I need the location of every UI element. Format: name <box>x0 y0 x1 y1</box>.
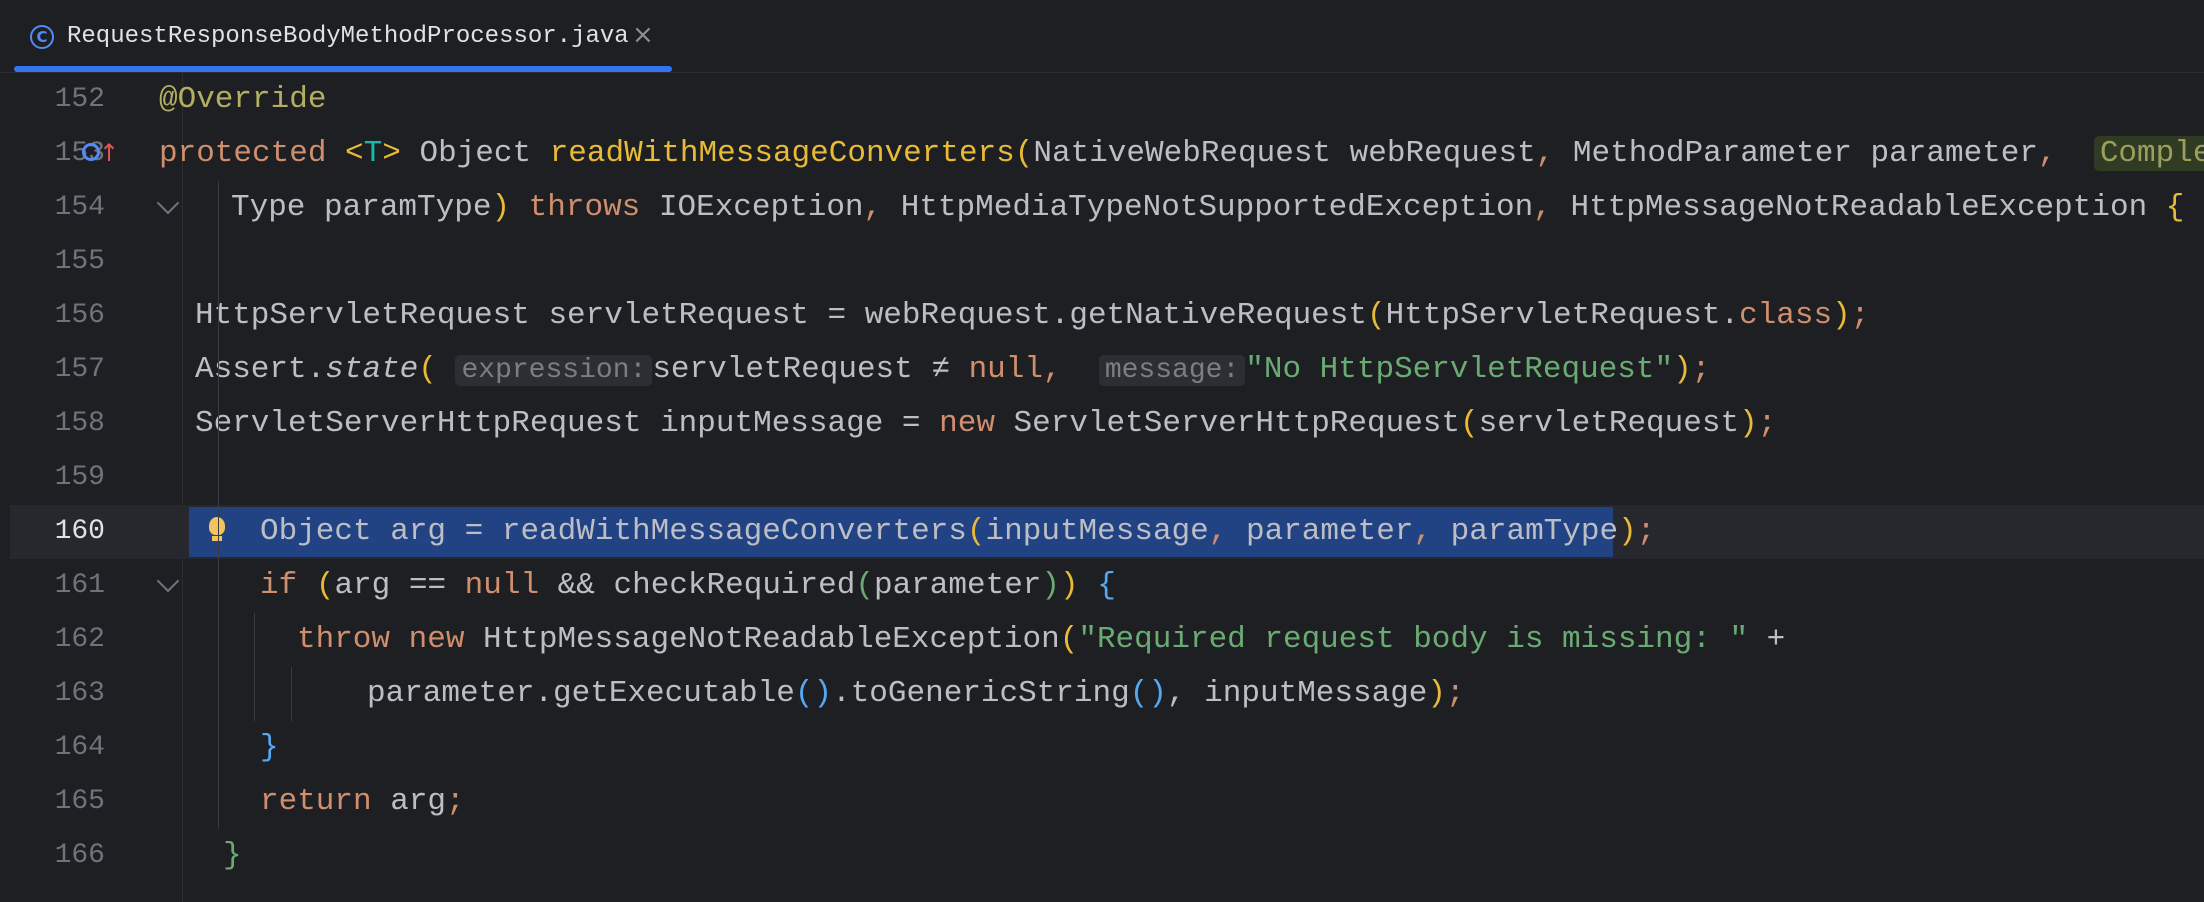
code-text: ServletServerHttpRequest inputMessage = … <box>195 406 1777 441</box>
code-text: } <box>223 838 242 873</box>
line-number: 154 <box>54 192 105 223</box>
line-number: 161 <box>54 570 105 601</box>
code-text: Assert.state( expression: servletRequest … <box>195 352 1711 387</box>
code-text: throw new HttpMessageNotReadableExceptio… <box>297 622 1786 657</box>
line-number: 165 <box>54 786 105 817</box>
parameter-hint: expression: <box>455 355 653 386</box>
file-tab[interactable]: C RequestResponseBodyMethodProcessor.jav… <box>14 0 672 72</box>
code-editor[interactable]: 152 @Override 153 ↑ protected <T> Object… <box>10 73 2204 902</box>
code-text: protected <T> Object readWithMessageConv… <box>159 127 2204 181</box>
code-line: 165 return arg; <box>10 775 2204 829</box>
code-line: 161 if (arg == null && checkRequired(par… <box>10 559 2204 613</box>
override-gutter-icon[interactable] <box>82 143 100 161</box>
code-line: 159 <box>10 451 2204 505</box>
class-icon: C <box>30 25 54 49</box>
code-line: 162 throw new HttpMessageNotReadableExce… <box>10 613 2204 667</box>
code-line: 157 Assert.state( expression: servletRequ… <box>10 343 2204 397</box>
lightbulb-base <box>212 536 222 541</box>
code-text: Object arg = readWithMessageConverters(i… <box>260 514 1656 549</box>
line-number: 159 <box>54 462 105 493</box>
tab-title: RequestResponseBodyMethodProcessor.java <box>67 23 629 50</box>
line-number: 155 <box>54 246 105 277</box>
indent-guide <box>291 667 292 721</box>
code-text: if (arg == null && checkRequired(paramet… <box>260 568 1116 603</box>
arrow-up-icon: ↑ <box>99 139 120 167</box>
code-text: return arg; <box>260 784 465 819</box>
code-text: Type paramType) throws IOException, Http… <box>231 190 2185 225</box>
code-line: 153 ↑ protected <T> Object readWithMessa… <box>10 127 2204 181</box>
current-code-line: 160 Object arg = readWithMessageConverte… <box>10 505 2204 559</box>
code-line: 152 @Override <box>10 73 2204 127</box>
code-text: } <box>260 730 279 765</box>
code-line: 156 HttpServletRequest servletRequest = … <box>10 289 2204 343</box>
code-text: parameter.getExecutable().toGenericStrin… <box>367 676 1465 711</box>
line-number: 157 <box>54 354 105 385</box>
close-icon[interactable]: × <box>632 20 654 50</box>
code-text: @Override <box>159 82 327 117</box>
code-line: 163 parameter.getExecutable().toGenericS… <box>10 667 2204 721</box>
fold-chevron-icon[interactable] <box>156 191 180 215</box>
line-number: 164 <box>54 732 105 763</box>
indent-guide <box>254 613 255 721</box>
code-line: 155 <box>10 235 2204 289</box>
line-number: 158 <box>54 408 105 439</box>
code-line: 164 } <box>10 721 2204 775</box>
code-line: 166 } <box>10 829 2204 883</box>
code-text: HttpServletRequest servletRequest = webR… <box>195 298 1870 333</box>
fold-chevron-icon[interactable] <box>156 569 180 593</box>
code-line: 154 Type paramType) throws IOException, … <box>10 181 2204 235</box>
line-number: 163 <box>54 678 105 709</box>
parameter-hint: message: <box>1098 355 1246 386</box>
line-number: 160 <box>54 516 105 547</box>
indent-guide <box>218 181 219 829</box>
active-tab-indicator <box>14 66 672 72</box>
line-number: 166 <box>54 840 105 871</box>
code-line: 158 ServletServerHttpRequest inputMessag… <box>10 397 2204 451</box>
line-number: 152 <box>54 84 105 115</box>
line-number: 156 <box>54 300 105 331</box>
parameter-hint: Complex <box>2093 136 2204 171</box>
lightbulb-icon[interactable] <box>209 517 225 535</box>
line-number: 162 <box>54 624 105 655</box>
editor-tab-bar: C RequestResponseBodyMethodProcessor.jav… <box>0 0 2204 73</box>
